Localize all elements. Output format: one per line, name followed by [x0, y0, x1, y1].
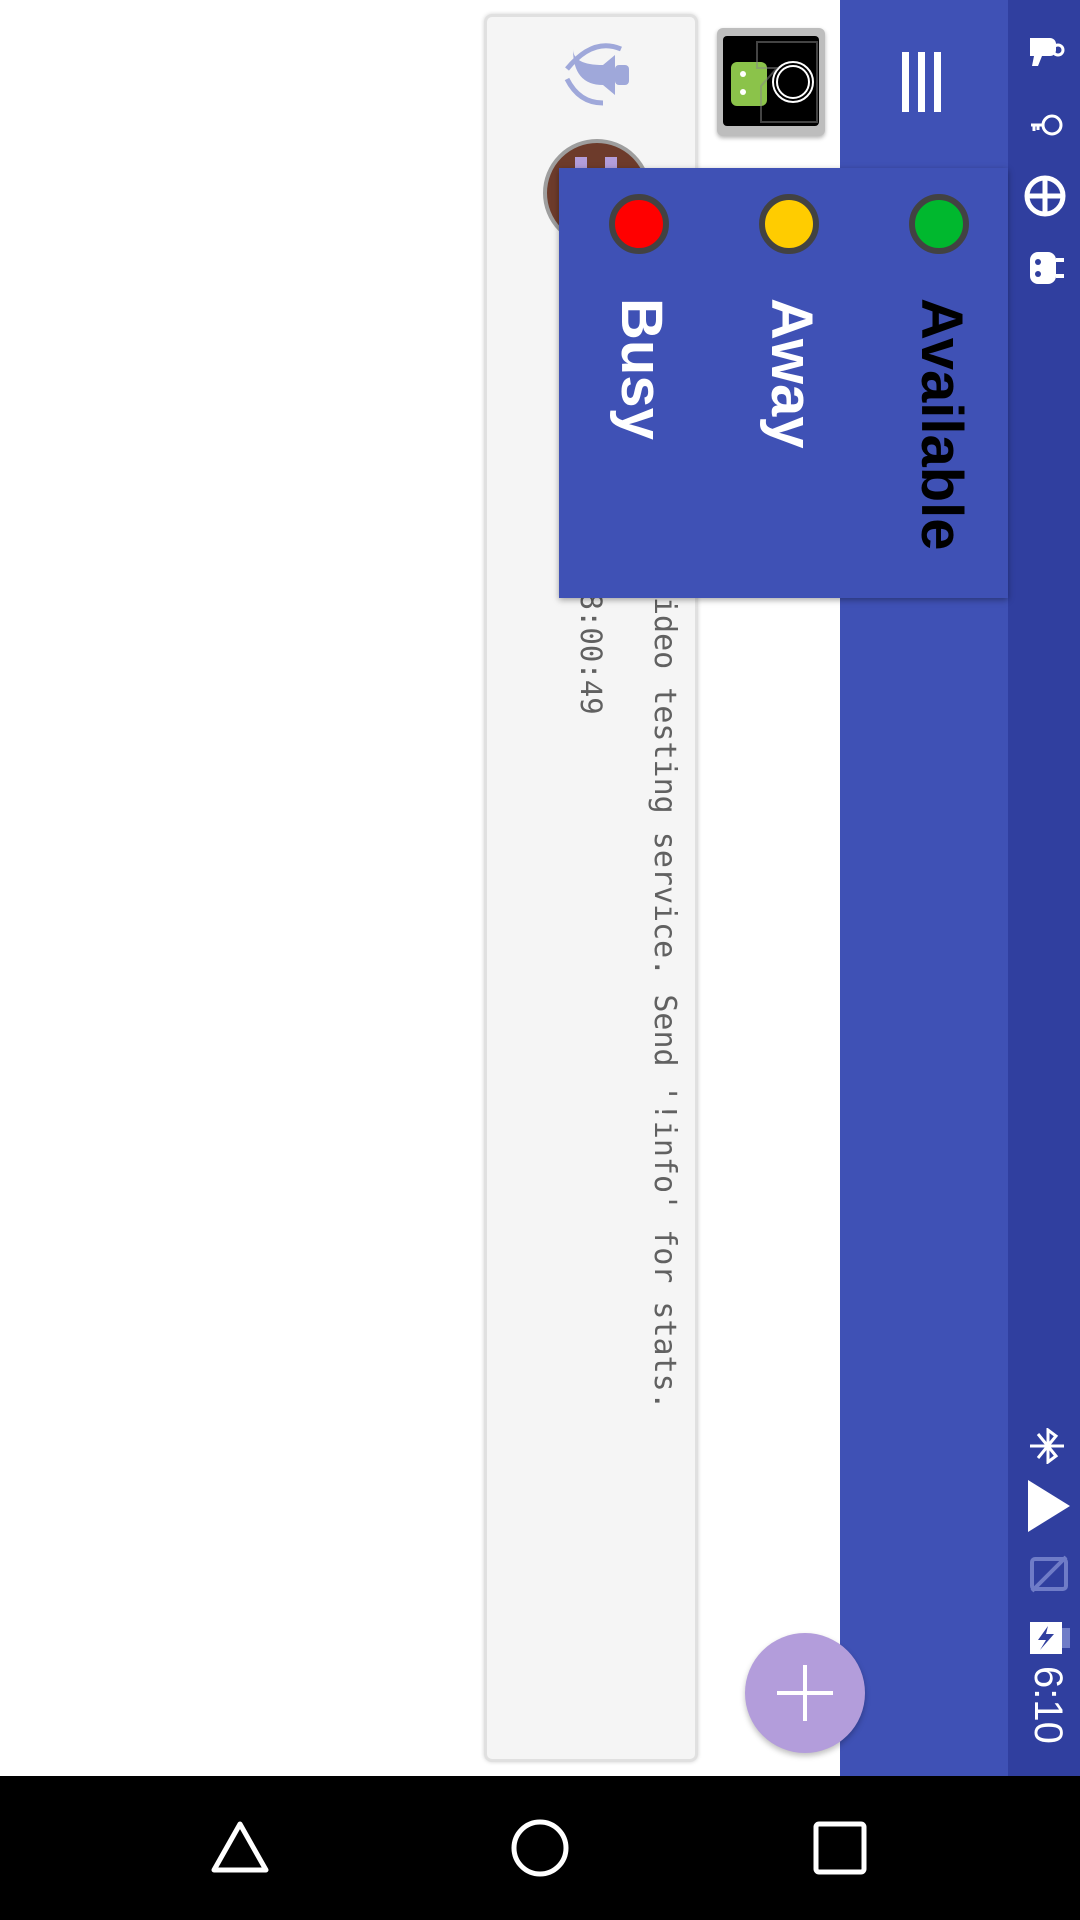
- busy-dot-icon: [609, 194, 669, 254]
- status-item-away[interactable]: [759, 194, 819, 254]
- recents-icon[interactable]: [810, 1818, 870, 1878]
- sync-icon: [1024, 175, 1066, 217]
- status-label-available[interactable]: Available: [909, 298, 974, 551]
- add-fab-button[interactable]: [745, 1633, 865, 1753]
- available-dot-icon: [909, 194, 969, 254]
- bluetooth-icon: [1030, 1428, 1064, 1464]
- plus-icon: [777, 1665, 833, 1721]
- away-dot-icon: [759, 194, 819, 254]
- hamburger-menu-icon[interactable]: [898, 50, 944, 114]
- hand-icon: [1030, 38, 1065, 66]
- status-bar: 6:10: [1008, 0, 1080, 1776]
- status-label-away[interactable]: Away: [759, 298, 824, 448]
- key-icon: [1031, 114, 1063, 136]
- status-label-busy[interactable]: Busy: [609, 298, 674, 440]
- android-icon: [1030, 252, 1064, 284]
- status-item-available[interactable]: [909, 194, 969, 254]
- bell-icon[interactable]: [563, 39, 633, 111]
- back-icon[interactable]: [208, 1818, 272, 1876]
- battery-charging-icon: [1030, 1622, 1070, 1654]
- clock: 6:10: [1026, 1666, 1070, 1744]
- wifi-icon: [1028, 1480, 1070, 1532]
- navigation-bar: [0, 1776, 1080, 1920]
- android-keyring-icon[interactable]: [717, 28, 825, 136]
- home-icon[interactable]: [508, 1816, 572, 1880]
- status-item-busy[interactable]: [609, 194, 669, 254]
- message-text: ideo testing service. Send '!info' for s…: [647, 597, 682, 1410]
- status-menu: Available Away Busy: [559, 168, 1008, 598]
- no-sim-icon: [1030, 1555, 1068, 1593]
